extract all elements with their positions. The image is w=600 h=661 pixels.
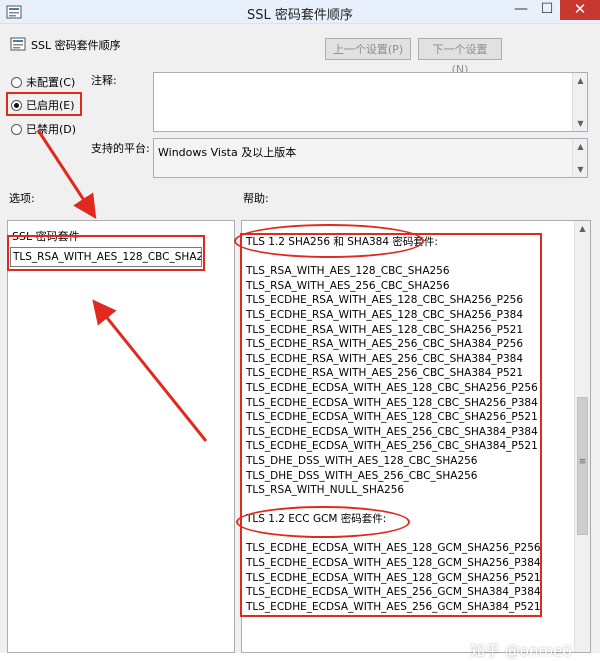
annotation-arrow-icon [36, 129, 208, 442]
watermark: 知乎 @onme0 [470, 642, 572, 660]
minimize-icon[interactable]: — [508, 0, 534, 20]
title-bar: SSL 密码套件顺序 — ☐ ✕ [0, 0, 600, 24]
maximize-icon[interactable]: ☐ [534, 0, 560, 20]
close-icon[interactable]: ✕ [560, 0, 600, 20]
dialog-body: SSL 密码套件顺序 上一个设置(P) 下一个设置(N) 未配置(C) 已启用(… [0, 24, 600, 660]
